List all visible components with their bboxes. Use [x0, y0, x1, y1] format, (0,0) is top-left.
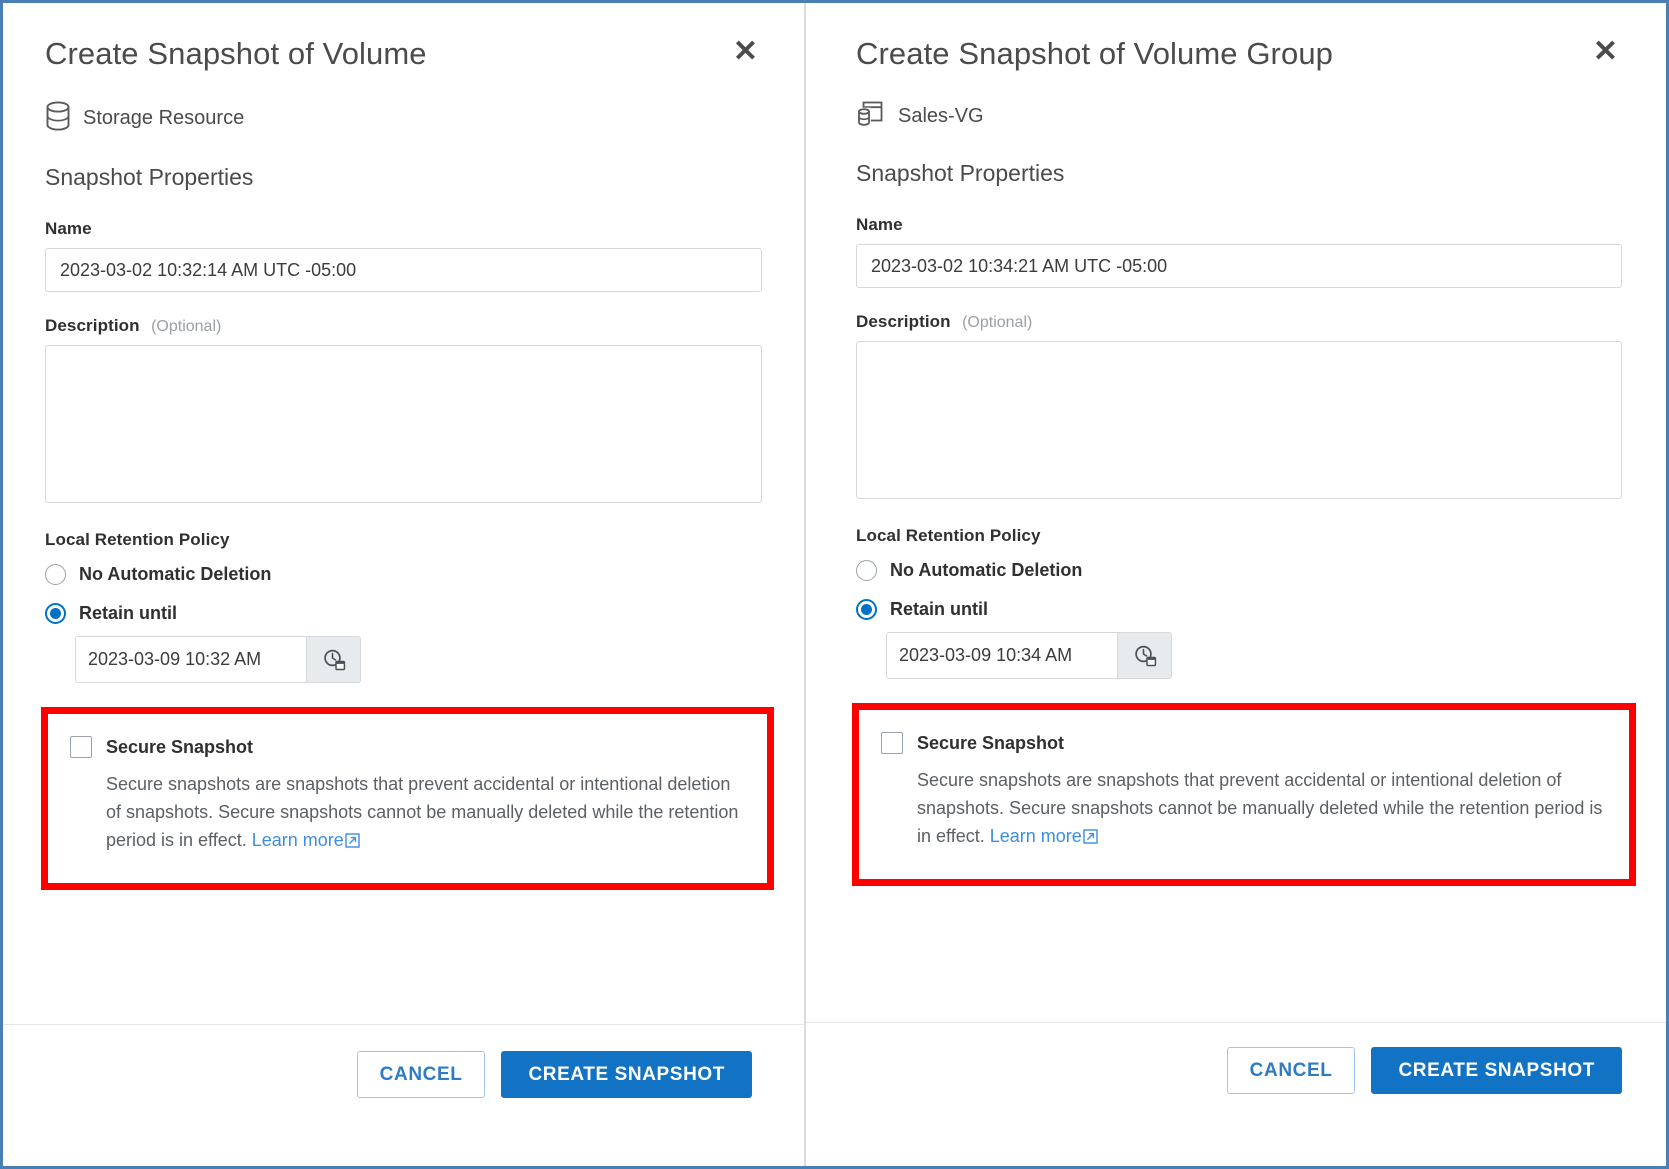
secure-snapshot-highlight-box: Secure Snapshot Secure snapshots are sna…	[852, 703, 1636, 886]
screenshot-root: Create Snapshot of Volume ✕ Storage Reso…	[0, 0, 1669, 1169]
local-retention-policy-label: Local Retention Policy	[856, 526, 1041, 546]
name-label: Name	[856, 215, 903, 235]
radio-label-retain-until: Retain until	[890, 599, 988, 620]
clock-calendar-picker-icon[interactable]	[306, 637, 360, 683]
local-retention-policy-label: Local Retention Policy	[45, 530, 230, 550]
secure-snapshot-help-body: Secure snapshots are snapshots that prev…	[106, 774, 739, 850]
resource-row: Storage Resource	[45, 101, 762, 136]
dialog-header: Create Snapshot of Volume ✕	[45, 36, 762, 71]
section-title-snapshot-properties: Snapshot Properties	[856, 160, 1065, 187]
secure-snapshot-checkbox-row[interactable]: Secure Snapshot	[70, 736, 745, 759]
local-retention-policy-group: Local Retention Policy No Automatic Dele…	[45, 530, 762, 684]
secure-snapshot-checkbox[interactable]	[70, 736, 92, 759]
create-snapshot-button[interactable]: CREATE SNAPSHOT	[501, 1051, 752, 1098]
secure-snapshot-help-text: Secure snapshots are snapshots that prev…	[70, 771, 745, 857]
description-label: Description	[856, 312, 951, 332]
secure-snapshot-checkbox-row[interactable]: Secure Snapshot	[881, 732, 1607, 755]
description-label-row: Description (Optional)	[45, 316, 762, 336]
retain-until-input[interactable]	[76, 637, 306, 683]
description-optional-hint: (Optional)	[151, 318, 222, 336]
radio-icon-retain-until[interactable]	[856, 599, 877, 621]
radio-no-automatic-deletion[interactable]: No Automatic Deletion	[856, 560, 1622, 582]
retain-until-input[interactable]	[887, 633, 1117, 679]
secure-snapshot-label: Secure Snapshot	[106, 736, 254, 757]
secure-snapshot-highlight-box: Secure Snapshot Secure snapshots are sna…	[41, 707, 774, 890]
create-snapshot-volume-dialog: Create Snapshot of Volume ✕ Storage Reso…	[3, 3, 806, 1166]
name-label: Name	[45, 219, 92, 239]
dialog-pair: Create Snapshot of Volume ✕ Storage Reso…	[3, 3, 1666, 1166]
close-icon[interactable]: ✕	[729, 37, 762, 67]
radio-icon-no-automatic-deletion[interactable]	[856, 560, 877, 582]
create-snapshot-button[interactable]: CREATE SNAPSHOT	[1371, 1047, 1622, 1094]
radio-icon-retain-until[interactable]	[45, 603, 66, 625]
cancel-button[interactable]: CANCEL	[356, 1051, 486, 1098]
radio-label-no-automatic-deletion: No Automatic Deletion	[79, 564, 272, 585]
description-label: Description	[45, 316, 140, 336]
learn-more-link[interactable]: Learn more	[252, 830, 344, 850]
retain-until-datepicker[interactable]	[75, 636, 361, 684]
description-optional-hint: (Optional)	[962, 314, 1033, 332]
secure-snapshot-checkbox[interactable]	[881, 732, 903, 755]
description-textarea[interactable]	[856, 341, 1622, 500]
volume-group-icon	[856, 99, 886, 134]
radio-label-no-automatic-deletion: No Automatic Deletion	[890, 560, 1083, 581]
resource-name: Sales-VG	[898, 105, 984, 128]
create-snapshot-volume-group-dialog: Create Snapshot of Volume Group ✕ Sales-…	[806, 3, 1666, 1166]
radio-no-automatic-deletion[interactable]: No Automatic Deletion	[45, 564, 762, 586]
radio-icon-no-automatic-deletion[interactable]	[45, 564, 66, 586]
resource-row: Sales-VG	[856, 99, 1622, 134]
page-title: Create Snapshot of Volume	[45, 36, 427, 71]
description-field-group: Description (Optional)	[45, 316, 762, 508]
radio-retain-until[interactable]: Retain until	[45, 603, 762, 625]
storage-volume-icon	[45, 101, 71, 136]
name-input[interactable]	[856, 244, 1622, 289]
page-title: Create Snapshot of Volume Group	[856, 36, 1334, 71]
close-icon[interactable]: ✕	[1589, 37, 1622, 67]
name-input[interactable]	[45, 248, 762, 293]
dialog-footer: CANCEL CREATE SNAPSHOT	[806, 1022, 1666, 1094]
dialog-header: Create Snapshot of Volume Group ✕	[856, 36, 1622, 71]
learn-more-link[interactable]: Learn more	[990, 826, 1082, 846]
clock-calendar-picker-icon[interactable]	[1117, 633, 1171, 679]
cancel-button[interactable]: CANCEL	[1226, 1047, 1356, 1094]
section-title-snapshot-properties: Snapshot Properties	[45, 164, 254, 191]
description-field-group: Description (Optional)	[856, 312, 1622, 504]
radio-label-retain-until: Retain until	[79, 603, 177, 624]
radio-retain-until[interactable]: Retain until	[856, 599, 1622, 621]
resource-name: Storage Resource	[83, 107, 245, 130]
secure-snapshot-help-text: Secure snapshots are snapshots that prev…	[881, 767, 1607, 853]
description-textarea[interactable]	[45, 345, 762, 504]
local-retention-policy-group: Local Retention Policy No Automatic Dele…	[856, 526, 1622, 680]
name-field-group: Name	[45, 219, 762, 293]
external-link-icon[interactable]	[1083, 825, 1098, 853]
name-field-group: Name	[856, 215, 1622, 289]
description-label-row: Description (Optional)	[856, 312, 1622, 332]
dialog-footer: CANCEL CREATE SNAPSHOT	[3, 1024, 804, 1098]
secure-snapshot-label: Secure Snapshot	[917, 732, 1065, 753]
external-link-icon[interactable]	[345, 829, 360, 857]
retain-until-datepicker[interactable]	[886, 632, 1172, 680]
